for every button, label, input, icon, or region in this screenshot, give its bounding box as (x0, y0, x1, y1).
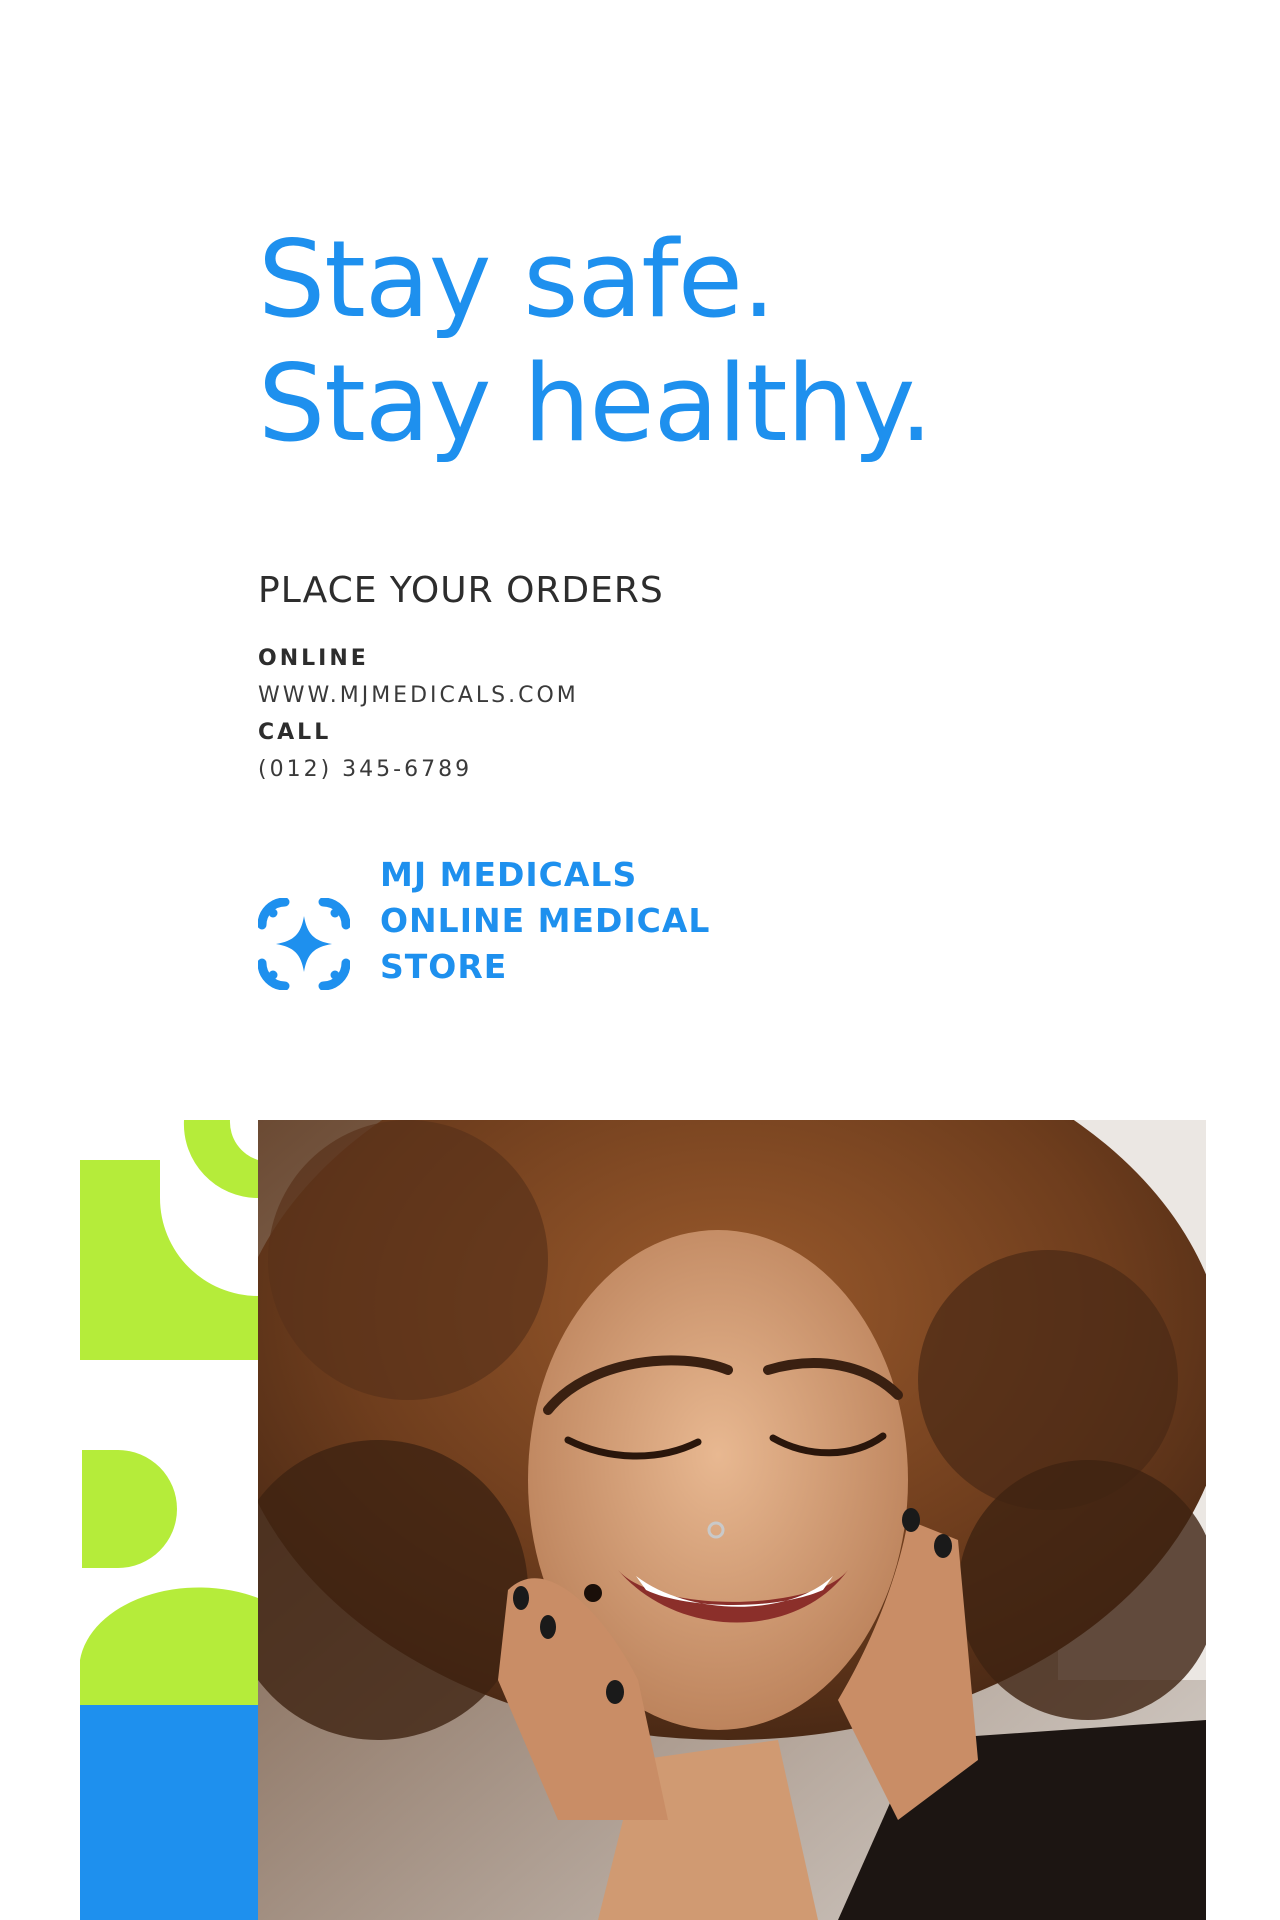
poster: Stay safe. Stay healthy. PLACE YOUR ORDE… (0, 0, 1280, 1920)
headline-line-1: Stay safe. (258, 218, 776, 341)
sparkle-logo-icon (258, 898, 350, 990)
smiling-woman-photo (258, 1120, 1206, 1920)
brand-name: MJ MEDICALS ONLINE MEDICAL STORE (380, 852, 710, 990)
headline: Stay safe. Stay healthy. (258, 218, 933, 466)
brand-line-3: STORE (380, 947, 508, 986)
decorative-shapes (80, 1120, 260, 1920)
headline-line-2: Stay healthy. (258, 342, 933, 465)
orders-title: PLACE YOUR ORDERS (258, 570, 664, 611)
phone-number[interactable]: (012) 345-6789 (258, 757, 472, 782)
brand-line-2: ONLINE MEDICAL (380, 901, 711, 940)
brand-line-1: MJ MEDICALS (380, 855, 638, 894)
call-label: CALL (258, 720, 332, 745)
online-label: ONLINE (258, 646, 369, 671)
website-link[interactable]: WWW.MJMEDICALS.COM (258, 683, 579, 708)
